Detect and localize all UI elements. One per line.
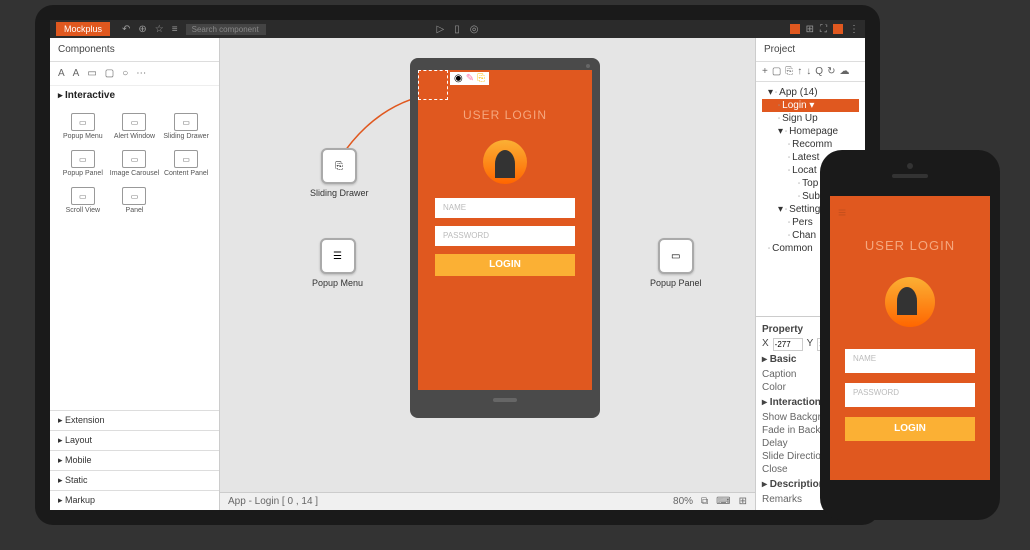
tool-circle-icon[interactable]: ○ (122, 68, 128, 79)
search-tree-icon[interactable]: Q (815, 66, 823, 77)
components-panel: Components A A ▭ ▢ ○ ⋯ ▸ Interactive ▭Po… (50, 38, 220, 510)
undo-icon[interactable]: ↶ (122, 24, 130, 35)
preview-avatar (885, 277, 935, 327)
components-panel-title: Components (50, 38, 219, 62)
camera-icon (907, 163, 913, 169)
preview-screen: ≡ USER LOGIN NAME PASSWORD LOGIN (830, 196, 990, 480)
popup-menu-icon: ☰ (320, 238, 356, 274)
tree-node[interactable]: ▾ ▫ Homepage (762, 125, 859, 138)
tree-node[interactable]: ▾ ▫ App (14) (762, 86, 859, 99)
selection-toolbar[interactable]: ◉✎⎘ (450, 72, 489, 85)
canvas[interactable]: ⎘ Sliding Drawer ☰ Popup Menu ▭ Popup Pa… (220, 38, 755, 510)
component-item[interactable]: ▭Panel (110, 183, 160, 218)
app-brand: Mockplus (56, 22, 110, 36)
canvas-popup-menu[interactable]: ☰ Popup Menu (312, 238, 363, 288)
tree-node[interactable]: ▫ Sign Up (762, 112, 859, 125)
accordion-section[interactable]: ▸ Static (50, 470, 219, 490)
preview-device: ≡ USER LOGIN NAME PASSWORD LOGIN (820, 150, 1000, 520)
status-page: App - Login [ 0 , 14 ] (228, 496, 318, 507)
color-swatch-icon[interactable] (790, 24, 800, 34)
preview-login-title: USER LOGIN (830, 196, 990, 253)
project-panel-title: Project (756, 38, 865, 62)
eye-icon[interactable]: ◎ (470, 24, 479, 35)
component-item[interactable]: ▭Scroll View (58, 183, 108, 218)
preview-login-button[interactable]: LOGIN (845, 417, 975, 441)
note-icon[interactable]: ⌨ (716, 496, 730, 507)
folder-icon[interactable]: ▢ (772, 66, 781, 77)
monitor-frame: Mockplus ↶ ⊕ ☆ ≡ Search component ▷ ▯ ◎ … (35, 5, 880, 525)
app-window: Mockplus ↶ ⊕ ☆ ≡ Search component ▷ ▯ ◎ … (50, 20, 865, 510)
status-bar: App - Login [ 0 , 14 ] 80% ⧉ ⌨ ⊞ (220, 492, 755, 510)
tool-rounded-icon[interactable]: ▢ (105, 68, 114, 79)
record-icon[interactable] (833, 24, 843, 34)
grid-toggle-icon[interactable]: ⊞ (739, 496, 747, 507)
design-screen[interactable]: ◉✎⎘ USER LOGIN NAME PASSWORD LOGIN (418, 70, 592, 390)
tool-text-icon[interactable]: A (58, 68, 65, 79)
accordion-section[interactable]: ▸ Markup (50, 490, 219, 510)
titlebar: Mockplus ↶ ⊕ ☆ ≡ Search component ▷ ▯ ◎ … (50, 20, 865, 38)
section-interactive: ▸ Interactive (50, 86, 219, 105)
avatar (483, 140, 527, 184)
layers-icon[interactable]: ⧉ (701, 496, 708, 507)
accordion-section[interactable]: ▸ Mobile (50, 450, 219, 470)
prop-x-input[interactable] (773, 338, 803, 351)
device-frame: ◉✎⎘ USER LOGIN NAME PASSWORD LOGIN (410, 58, 600, 418)
cloud-icon[interactable]: ☁ (839, 66, 849, 77)
home-button-icon (493, 398, 517, 402)
add-icon[interactable]: + (762, 66, 768, 77)
refresh-icon[interactable]: ↻ (827, 66, 835, 77)
up-icon[interactable]: ↑ (797, 66, 802, 77)
menu-icon[interactable]: ≡ (172, 24, 178, 35)
search-input[interactable]: Search component (186, 24, 266, 35)
component-item[interactable]: ▭Image Carousel (110, 146, 160, 181)
tool-text2-icon[interactable]: A (73, 68, 80, 79)
component-item[interactable]: ▭Popup Panel (58, 146, 108, 181)
expand-icon[interactable]: ⛶ (820, 24, 827, 35)
zoom-value[interactable]: 80% (673, 496, 693, 507)
component-item[interactable]: ▭Content Panel (161, 146, 211, 181)
canvas-sliding-drawer[interactable]: ⎘ Sliding Drawer (310, 148, 369, 198)
selection-box[interactable] (418, 70, 448, 100)
copy-icon[interactable]: ⎘ (785, 66, 793, 77)
accordion-section[interactable]: ▸ Layout (50, 430, 219, 450)
globe-icon[interactable]: ⊕ (138, 24, 146, 35)
hamburger-icon[interactable]: ≡ (838, 204, 846, 220)
login-button[interactable]: LOGIN (435, 254, 575, 276)
popup-panel-icon: ▭ (658, 238, 694, 274)
password-field[interactable]: PASSWORD (435, 226, 575, 246)
device-icon[interactable]: ▯ (454, 24, 460, 35)
preview-name-field[interactable]: NAME (845, 349, 975, 373)
speaker-icon (586, 64, 590, 68)
accordion-section[interactable]: ▸ Extension (50, 410, 219, 430)
component-item[interactable]: ▭Popup Menu (58, 109, 108, 144)
component-item[interactable]: ▭Alert Window (110, 109, 160, 144)
iphone-speaker-icon (892, 174, 928, 178)
down-icon[interactable]: ↓ (806, 66, 811, 77)
tool-rect-icon[interactable]: ▭ (87, 68, 96, 79)
more-icon[interactable]: ⋮ (849, 24, 859, 35)
canvas-popup-panel[interactable]: ▭ Popup Panel (650, 238, 702, 288)
sliding-drawer-icon: ⎘ (321, 148, 357, 184)
tree-node[interactable]: ▫ Login ▾ (762, 99, 859, 112)
name-field[interactable]: NAME (435, 198, 575, 218)
component-item[interactable]: ▭Sliding Drawer (161, 109, 211, 144)
star-icon[interactable]: ☆ (155, 24, 164, 35)
play-icon[interactable]: ▷ (437, 24, 445, 35)
titlebar-left-tools: ↶ ⊕ ☆ ≡ (122, 24, 178, 35)
grid-icon[interactable]: ⊞ (806, 24, 814, 35)
preview-password-field[interactable]: PASSWORD (845, 383, 975, 407)
tool-more-icon[interactable]: ⋯ (136, 68, 146, 79)
